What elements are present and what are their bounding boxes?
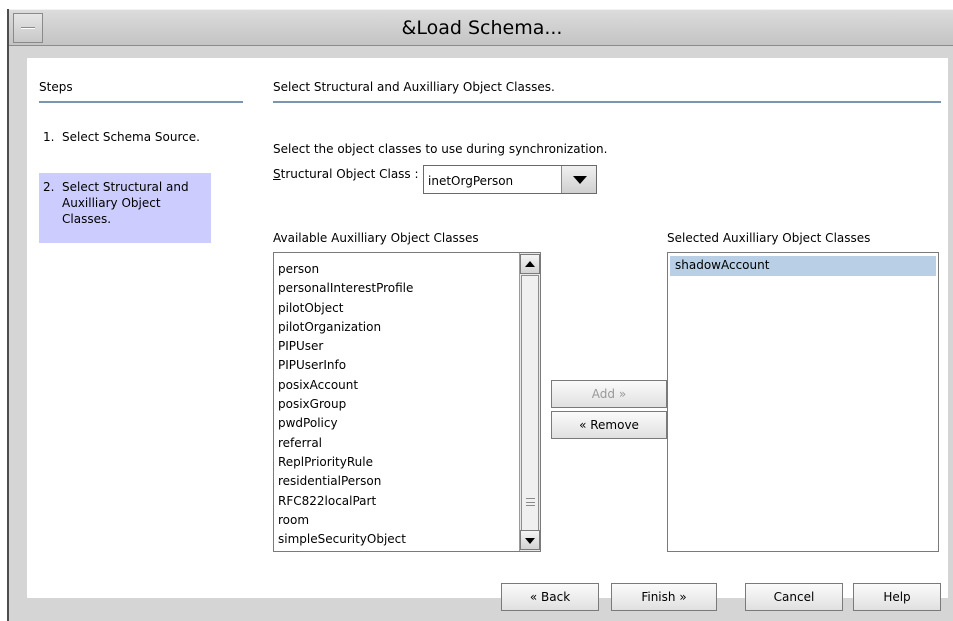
back-label: Back (541, 590, 571, 604)
list-item[interactable]: personalInterestProfile (278, 279, 413, 298)
list-item[interactable]: PIPUser (278, 337, 413, 356)
structural-class-value: inetOrgPerson (428, 174, 514, 188)
list-item[interactable]: residentialPerson (278, 472, 413, 491)
structural-label-rest: tructural Object Class : (280, 167, 419, 181)
selected-classes-list[interactable]: shadowAccount (667, 252, 939, 552)
vertical-scrollbar[interactable] (519, 253, 540, 551)
grip-icon (526, 498, 535, 506)
title-bar[interactable]: &Load Schema... (9, 9, 953, 46)
cancel-button[interactable]: Cancel (745, 583, 843, 611)
divider (273, 101, 941, 103)
chevron-left-icon: « (579, 418, 587, 432)
chevron-left-icon: « (529, 590, 538, 604)
structural-class-dropdown[interactable]: inetOrgPerson (423, 165, 597, 194)
finish-button[interactable]: Finish » (611, 583, 717, 611)
list-item[interactable]: shadowAccount (670, 256, 936, 276)
selected-classes-label: Selected Auxilliary Object Classes (667, 231, 871, 245)
step-select-object-classes[interactable]: 2. Select Structural and Auxilliary Obje… (39, 173, 211, 243)
step-label: Select Structural and Auxilliary Object … (62, 180, 189, 226)
list-item[interactable]: ReplPriorityRule (278, 453, 413, 472)
scroll-up-arrow-icon[interactable] (520, 254, 540, 274)
available-classes-list[interactable]: person personalInterestProfile pilotObject… (273, 252, 541, 552)
available-classes-label: Available Auxilliary Object Classes (273, 231, 479, 245)
finish-label: Finish (641, 590, 676, 604)
list-item[interactable]: posixAccount (278, 376, 413, 395)
scrollbar-thumb[interactable] (521, 275, 539, 531)
window-title: &Load Schema... (401, 17, 563, 39)
add-button[interactable]: Add » (551, 380, 667, 408)
instruction-text: Select the object classes to use during … (273, 142, 608, 156)
list-item[interactable]: PIPUserInfo (278, 356, 413, 375)
list-item[interactable]: simpleSecurityObject (278, 530, 413, 549)
step-number: 1. (43, 130, 55, 144)
divider (39, 101, 243, 103)
steps-header: Steps (39, 80, 73, 94)
chevron-down-icon[interactable] (561, 166, 596, 193)
list-item[interactable]: RFC822localPart (278, 492, 413, 511)
scroll-down-arrow-icon[interactable] (520, 530, 540, 550)
step-label: Select Schema Source. (62, 130, 200, 144)
chevron-right-icon: » (679, 590, 687, 604)
help-button[interactable]: Help (853, 583, 941, 611)
available-items: person personalInterestProfile pilotObject… (278, 260, 413, 549)
chevron-right-icon: » (618, 387, 627, 401)
list-item[interactable]: room (278, 511, 413, 530)
step-select-schema-source[interactable]: 1. Select Schema Source. (39, 129, 211, 169)
wizard-content: Steps 1. Select Schema Source. 2. Select… (27, 58, 948, 611)
list-item[interactable]: pilotOrganization (278, 318, 413, 337)
structural-class-label: Structural Object Class : (273, 167, 419, 181)
remove-button[interactable]: « Remove (551, 411, 667, 439)
list-item[interactable]: person (278, 260, 413, 279)
add-label: Add (591, 387, 616, 401)
page-title: Select Structural and Auxilliary Object … (273, 80, 555, 94)
steps-panel: Steps 1. Select Schema Source. 2. Select… (27, 58, 253, 598)
back-button[interactable]: « Back (501, 583, 599, 611)
load-schema-window: &Load Schema... Steps 1. Select Schema S… (7, 9, 953, 621)
list-item[interactable]: posixGroup (278, 395, 413, 414)
remove-label: Remove (590, 418, 639, 432)
list-item[interactable]: referral (278, 434, 413, 453)
step-number: 2. (43, 180, 55, 194)
list-item[interactable]: pilotObject (278, 299, 413, 318)
list-item[interactable]: pwdPolicy (278, 414, 413, 433)
